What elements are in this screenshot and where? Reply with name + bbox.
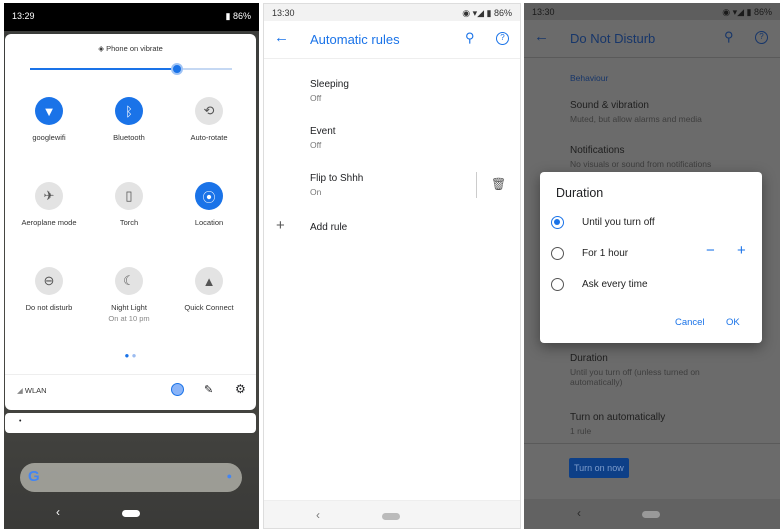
- quick-connect-icon: ▲: [195, 267, 223, 295]
- app-bar: ← Do Not Disturb ⚲ ?: [524, 20, 780, 58]
- tile-auto-rotate[interactable]: ⟲ Auto-rotate: [169, 97, 249, 142]
- status-bar: 13:29 ▮ 86%: [4, 3, 259, 31]
- help-icon[interactable]: ?: [496, 32, 509, 45]
- moon-icon: ☾: [115, 267, 143, 295]
- divider: [476, 172, 477, 198]
- divider: [5, 374, 256, 375]
- home-button[interactable]: [122, 510, 140, 517]
- page-indicator: ● ●: [124, 351, 137, 360]
- wifi-icon: ▼: [35, 97, 63, 125]
- tile-location[interactable]: ⦿ Location: [169, 182, 249, 227]
- add-rule-button[interactable]: Add rule: [310, 222, 347, 233]
- google-search-bar[interactable]: G ●: [20, 463, 242, 492]
- duration-dialog: Duration Until you turn off For 1 hour −…: [540, 172, 762, 343]
- setting-duration[interactable]: Duration Until you turn off (unless turne…: [570, 353, 730, 387]
- search-icon[interactable]: ⚲: [724, 29, 734, 45]
- notification-card[interactable]: •: [5, 413, 256, 433]
- tile-label: Torch: [119, 218, 139, 227]
- network-status[interactable]: ◢ WLAN: [17, 386, 47, 395]
- back-arrow-icon[interactable]: ←: [274, 29, 289, 46]
- tile-label: Bluetooth: [113, 133, 145, 142]
- home-button[interactable]: [642, 511, 660, 518]
- tile-quick-connect[interactable]: ▲ Quick Connect: [169, 267, 249, 312]
- brightness-slider[interactable]: [30, 63, 232, 75]
- tile-do-not-disturb[interactable]: ⊖ Do not disturb: [9, 267, 89, 312]
- setting-notifications[interactable]: Notifications No visuals or sound from no…: [570, 145, 711, 169]
- google-logo-icon: G: [28, 468, 40, 485]
- vibrate-icon: ◈: [98, 44, 104, 53]
- tile-night-light[interactable]: ☾ Night Light On at 10 pm: [89, 267, 169, 323]
- home-button[interactable]: [382, 513, 400, 520]
- back-button[interactable]: ‹: [577, 506, 581, 520]
- rule-event[interactable]: Event Off: [310, 126, 336, 150]
- section-header: Behaviour: [570, 73, 609, 83]
- add-icon[interactable]: +: [276, 217, 285, 234]
- turn-on-now-button[interactable]: Turn on now: [569, 458, 629, 478]
- brightness-thumb[interactable]: [171, 63, 184, 75]
- back-arrow-icon[interactable]: ←: [534, 28, 549, 45]
- user-icon[interactable]: [171, 383, 184, 396]
- status-bar: 13:30 ◉ ▾◢ ▮ 86%: [524, 3, 780, 20]
- delete-icon[interactable]: 🗑: [491, 177, 506, 191]
- option-label[interactable]: Until you turn off: [582, 217, 655, 228]
- option-label[interactable]: For 1 hour: [582, 248, 628, 259]
- rule-flip-to-shhh[interactable]: Flip to Shhh On: [310, 173, 363, 197]
- ok-button[interactable]: OK: [726, 317, 740, 328]
- help-icon[interactable]: ?: [755, 31, 768, 44]
- location-icon: ⦿: [195, 182, 223, 210]
- ringer-status[interactable]: ◈ Phone on vibrate: [5, 44, 256, 53]
- tile-label: googlewifi: [32, 133, 66, 142]
- back-button[interactable]: ‹: [316, 508, 320, 522]
- dnd-icon: ⊖: [35, 267, 63, 295]
- quick-settings-panel: ◈ Phone on vibrate ▼ googlewifi ᛒ Bluetooth…: [5, 34, 256, 410]
- tile-torch[interactable]: ▯ Torch: [89, 182, 169, 227]
- increase-button[interactable]: +: [737, 242, 746, 259]
- tile-label: Quick Connect: [184, 303, 234, 312]
- back-button[interactable]: ‹: [56, 505, 60, 519]
- airplane-icon: ✈: [35, 182, 63, 210]
- tile-label: Night Light: [111, 303, 147, 312]
- option-label[interactable]: Ask every time: [582, 279, 648, 290]
- divider: [524, 443, 780, 444]
- do-not-disturb-screen: 13:30 ◉ ▾◢ ▮ 86% ← Do Not Disturb ⚲ ? Be…: [524, 3, 780, 529]
- radio-for-1-hour[interactable]: [551, 247, 564, 260]
- status-time: 13:30: [532, 7, 555, 17]
- nav-bar: ‹: [264, 500, 520, 528]
- decrease-button[interactable]: −: [706, 242, 715, 259]
- rule-sleeping[interactable]: Sleeping Off: [310, 79, 349, 103]
- page-title: Do Not Disturb: [570, 31, 656, 46]
- signal-icon: ◢: [17, 386, 23, 395]
- assistant-icon[interactable]: ●: [227, 471, 232, 481]
- quick-settings-screen: 13:29 ▮ 86% ◈ Phone on vibrate ▼ googlewi…: [4, 3, 259, 529]
- bluetooth-icon: ᛒ: [115, 97, 143, 125]
- status-time: 13:29: [12, 11, 35, 21]
- setting-sound-vibration[interactable]: Sound & vibration Muted, but allow alarms…: [570, 100, 702, 124]
- radio-until-turn-off[interactable]: [551, 216, 564, 229]
- page-title: Automatic rules: [310, 32, 400, 47]
- battery-status: ▮ 86%: [225, 11, 251, 21]
- cancel-button[interactable]: Cancel: [675, 317, 705, 328]
- status-bar: 13:30 ◉ ▾◢ ▮ 86%: [264, 4, 520, 21]
- rotate-icon: ⟲: [195, 97, 223, 125]
- tile-label: Aeroplane mode: [21, 218, 77, 227]
- torch-icon: ▯: [115, 182, 143, 210]
- tile-aeroplane-mode[interactable]: ✈ Aeroplane mode: [9, 182, 89, 227]
- nav-bar: ‹: [524, 499, 780, 529]
- setting-turn-on-automatically[interactable]: Turn on automatically 1 rule: [570, 412, 665, 436]
- app-bar: ← Automatic rules ⚲ ?: [264, 21, 520, 59]
- tile-label: Location: [194, 218, 224, 227]
- edit-icon[interactable]: ✎: [204, 383, 213, 396]
- tile-label: Do not disturb: [25, 303, 73, 312]
- tile-sublabel: On at 10 pm: [108, 314, 150, 323]
- settings-icon[interactable]: ⚙: [235, 382, 246, 396]
- battery-status: ◉ ▾◢ ▮ 86%: [722, 7, 772, 17]
- dialog-title: Duration: [556, 186, 604, 200]
- tile-label: Auto-rotate: [190, 133, 228, 142]
- automatic-rules-screen: 13:30 ◉ ▾◢ ▮ 86% ← Automatic rules ⚲ ? S…: [263, 3, 521, 529]
- tile-googlewifi[interactable]: ▼ googlewifi: [9, 97, 89, 142]
- radio-ask-every-time[interactable]: [551, 278, 564, 291]
- tile-bluetooth[interactable]: ᛒ Bluetooth: [89, 97, 169, 142]
- search-icon[interactable]: ⚲: [465, 30, 475, 46]
